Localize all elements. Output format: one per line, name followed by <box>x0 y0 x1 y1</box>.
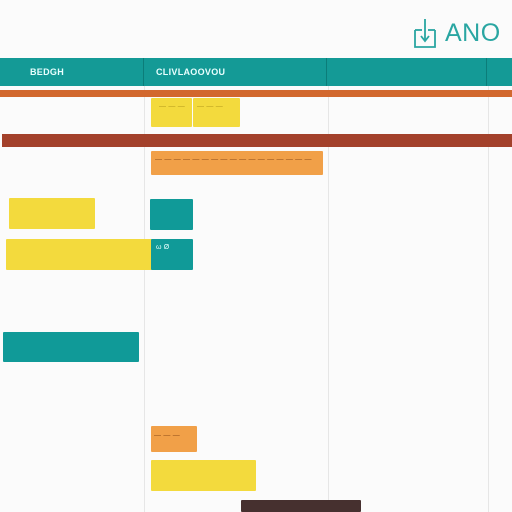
column-header-period-1[interactable]: CLIVLAOOVOU <box>144 58 327 86</box>
phase-divider-brown[interactable] <box>2 134 512 147</box>
task-bar[interactable] <box>9 198 95 229</box>
grid-line <box>144 86 145 512</box>
phase-divider-orange <box>0 90 512 97</box>
task-bar-label: — — — <box>159 103 185 110</box>
task-bar-label: ω Ø <box>156 244 170 251</box>
task-bar[interactable]: — — — <box>193 98 240 127</box>
grid-line <box>488 86 489 512</box>
column-header-tasks[interactable]: BEDGH <box>0 58 144 86</box>
task-bar[interactable] <box>6 239 152 270</box>
task-bar[interactable]: — — — — — — — — — — — — — — — — — <box>151 151 323 175</box>
task-bar[interactable] <box>151 460 256 491</box>
task-bar[interactable] <box>150 199 193 230</box>
task-bar[interactable]: — — — <box>151 426 197 452</box>
calendar-icon <box>412 16 438 50</box>
task-bar-label: — — — <box>154 432 180 439</box>
task-bar[interactable]: ω Ø <box>151 239 193 270</box>
column-header-period-2[interactable] <box>327 58 487 86</box>
task-bar[interactable] <box>241 500 361 512</box>
gantt-board: ANO BEDGH CLIVLAOOVOU — — — — — — — — — … <box>0 0 512 512</box>
task-bar-label: — — — <box>197 103 223 110</box>
task-bar-label: — — — — — — — — — — — — — — — — — <box>155 156 312 163</box>
task-bar[interactable] <box>3 332 139 362</box>
timeline-header: BEDGH CLIVLAOOVOU <box>0 58 512 86</box>
column-header-period-3[interactable] <box>487 58 512 86</box>
brand-name: ANO <box>445 19 501 47</box>
grid-line <box>328 86 329 512</box>
task-bar[interactable]: — — — <box>151 98 192 127</box>
